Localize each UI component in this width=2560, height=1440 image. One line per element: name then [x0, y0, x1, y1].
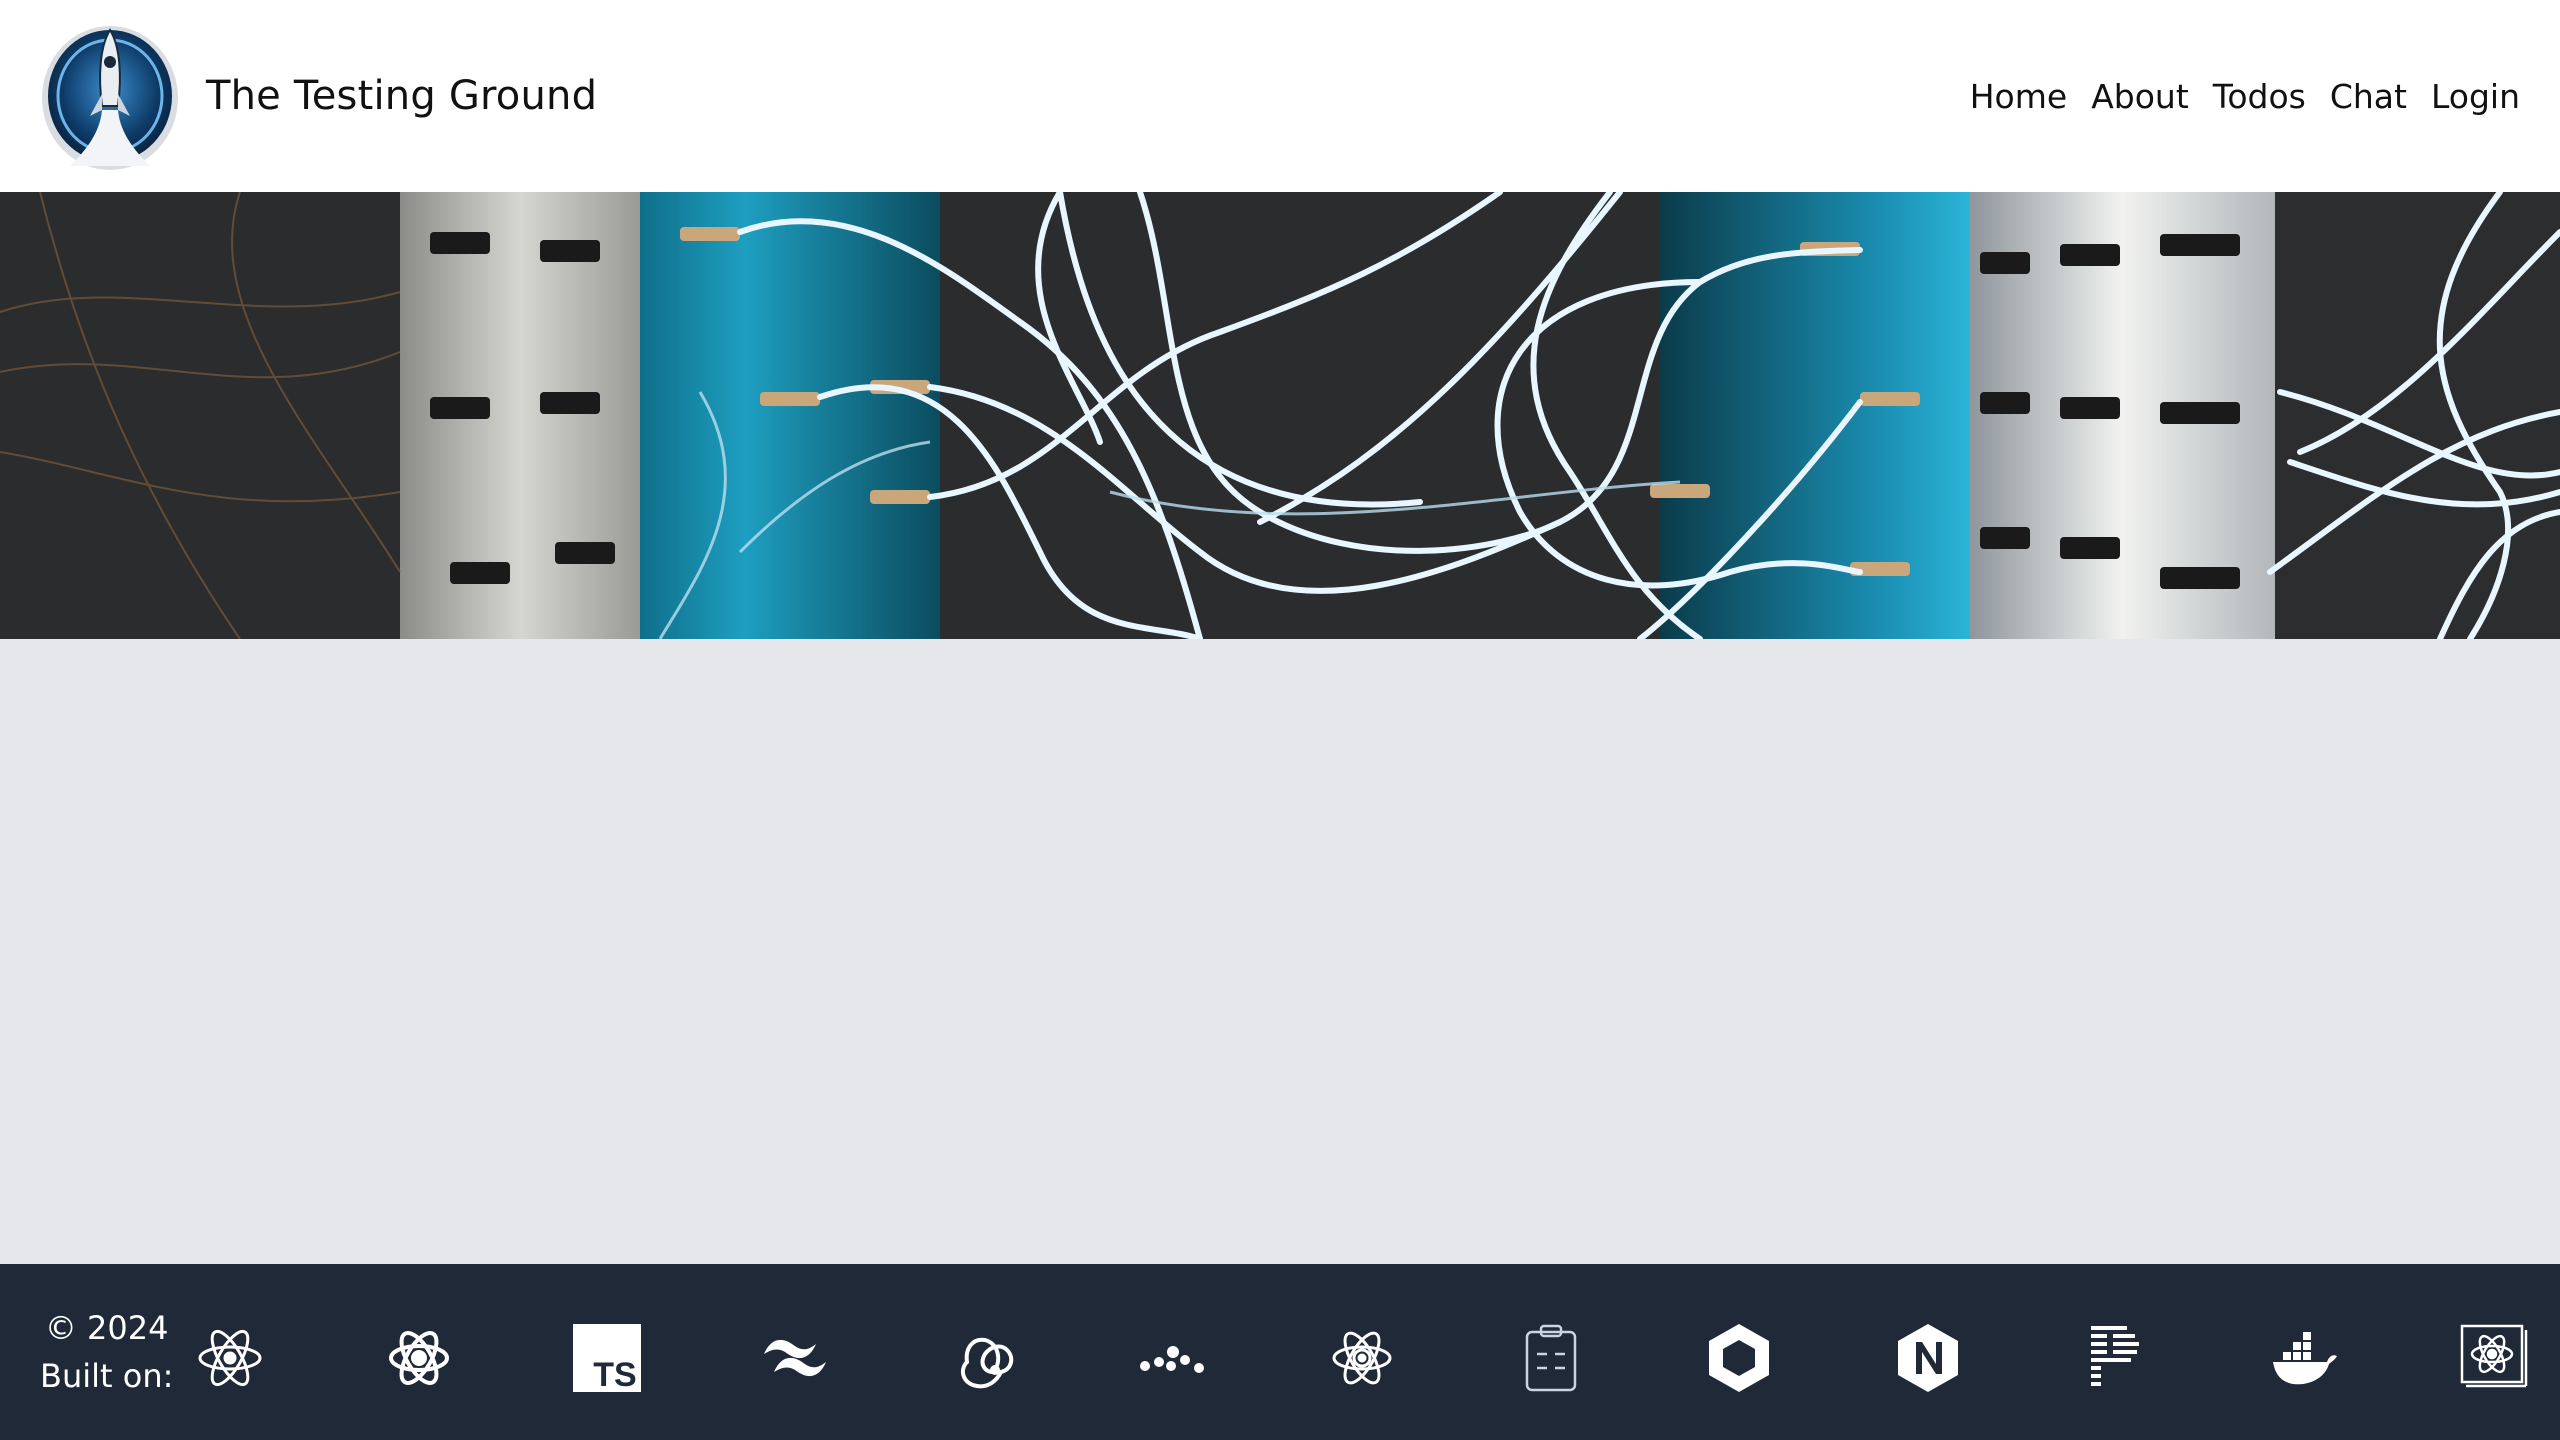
react-native-icon[interactable]	[379, 1318, 459, 1398]
patch-panel-banner-image	[0, 192, 2560, 639]
nav-about-link[interactable]: About	[2091, 77, 2189, 116]
hero-banner	[0, 192, 2560, 639]
clipboard-icon[interactable]	[1511, 1318, 1591, 1398]
react-atom-icon[interactable]	[1322, 1318, 1402, 1398]
site-header: The Testing Ground Home About Todos Chat…	[0, 0, 2560, 192]
site-title[interactable]: The Testing Ground	[206, 73, 597, 119]
prisma-icon[interactable]	[2077, 1318, 2157, 1398]
main-content	[0, 639, 2560, 1264]
brand[interactable]: The Testing Ground	[40, 16, 597, 176]
tailwind-icon[interactable]	[756, 1318, 836, 1398]
site-footer: © 2024 Built on: TS	[0, 1264, 2560, 1440]
main-nav: Home About Todos Chat Login	[1970, 77, 2520, 116]
footer-text: © 2024 Built on:	[40, 1304, 173, 1400]
nav-todos-link[interactable]: Todos	[2213, 77, 2306, 116]
typescript-icon[interactable]: TS	[567, 1318, 647, 1398]
dot-cluster-icon[interactable]	[1133, 1318, 1213, 1398]
react-testing-icon[interactable]	[2454, 1318, 2534, 1398]
nav-home-link[interactable]: Home	[1970, 77, 2067, 116]
nav-chat-link[interactable]: Chat	[2330, 77, 2407, 116]
nav-login-link[interactable]: Login	[2431, 77, 2520, 116]
tech-stack-icons: TS	[190, 1310, 2534, 1406]
nginx-icon[interactable]	[1888, 1318, 1968, 1398]
docker-icon[interactable]	[2265, 1318, 2345, 1398]
svg-text:TS: TS	[594, 1356, 637, 1394]
rocket-logo-icon[interactable]	[40, 16, 180, 176]
react-icon[interactable]	[190, 1318, 270, 1398]
built-on-label: Built on:	[40, 1357, 174, 1395]
redux-icon[interactable]	[945, 1318, 1025, 1398]
copyright-text: © 2024	[44, 1309, 169, 1347]
hexagon-icon[interactable]	[1699, 1318, 1779, 1398]
